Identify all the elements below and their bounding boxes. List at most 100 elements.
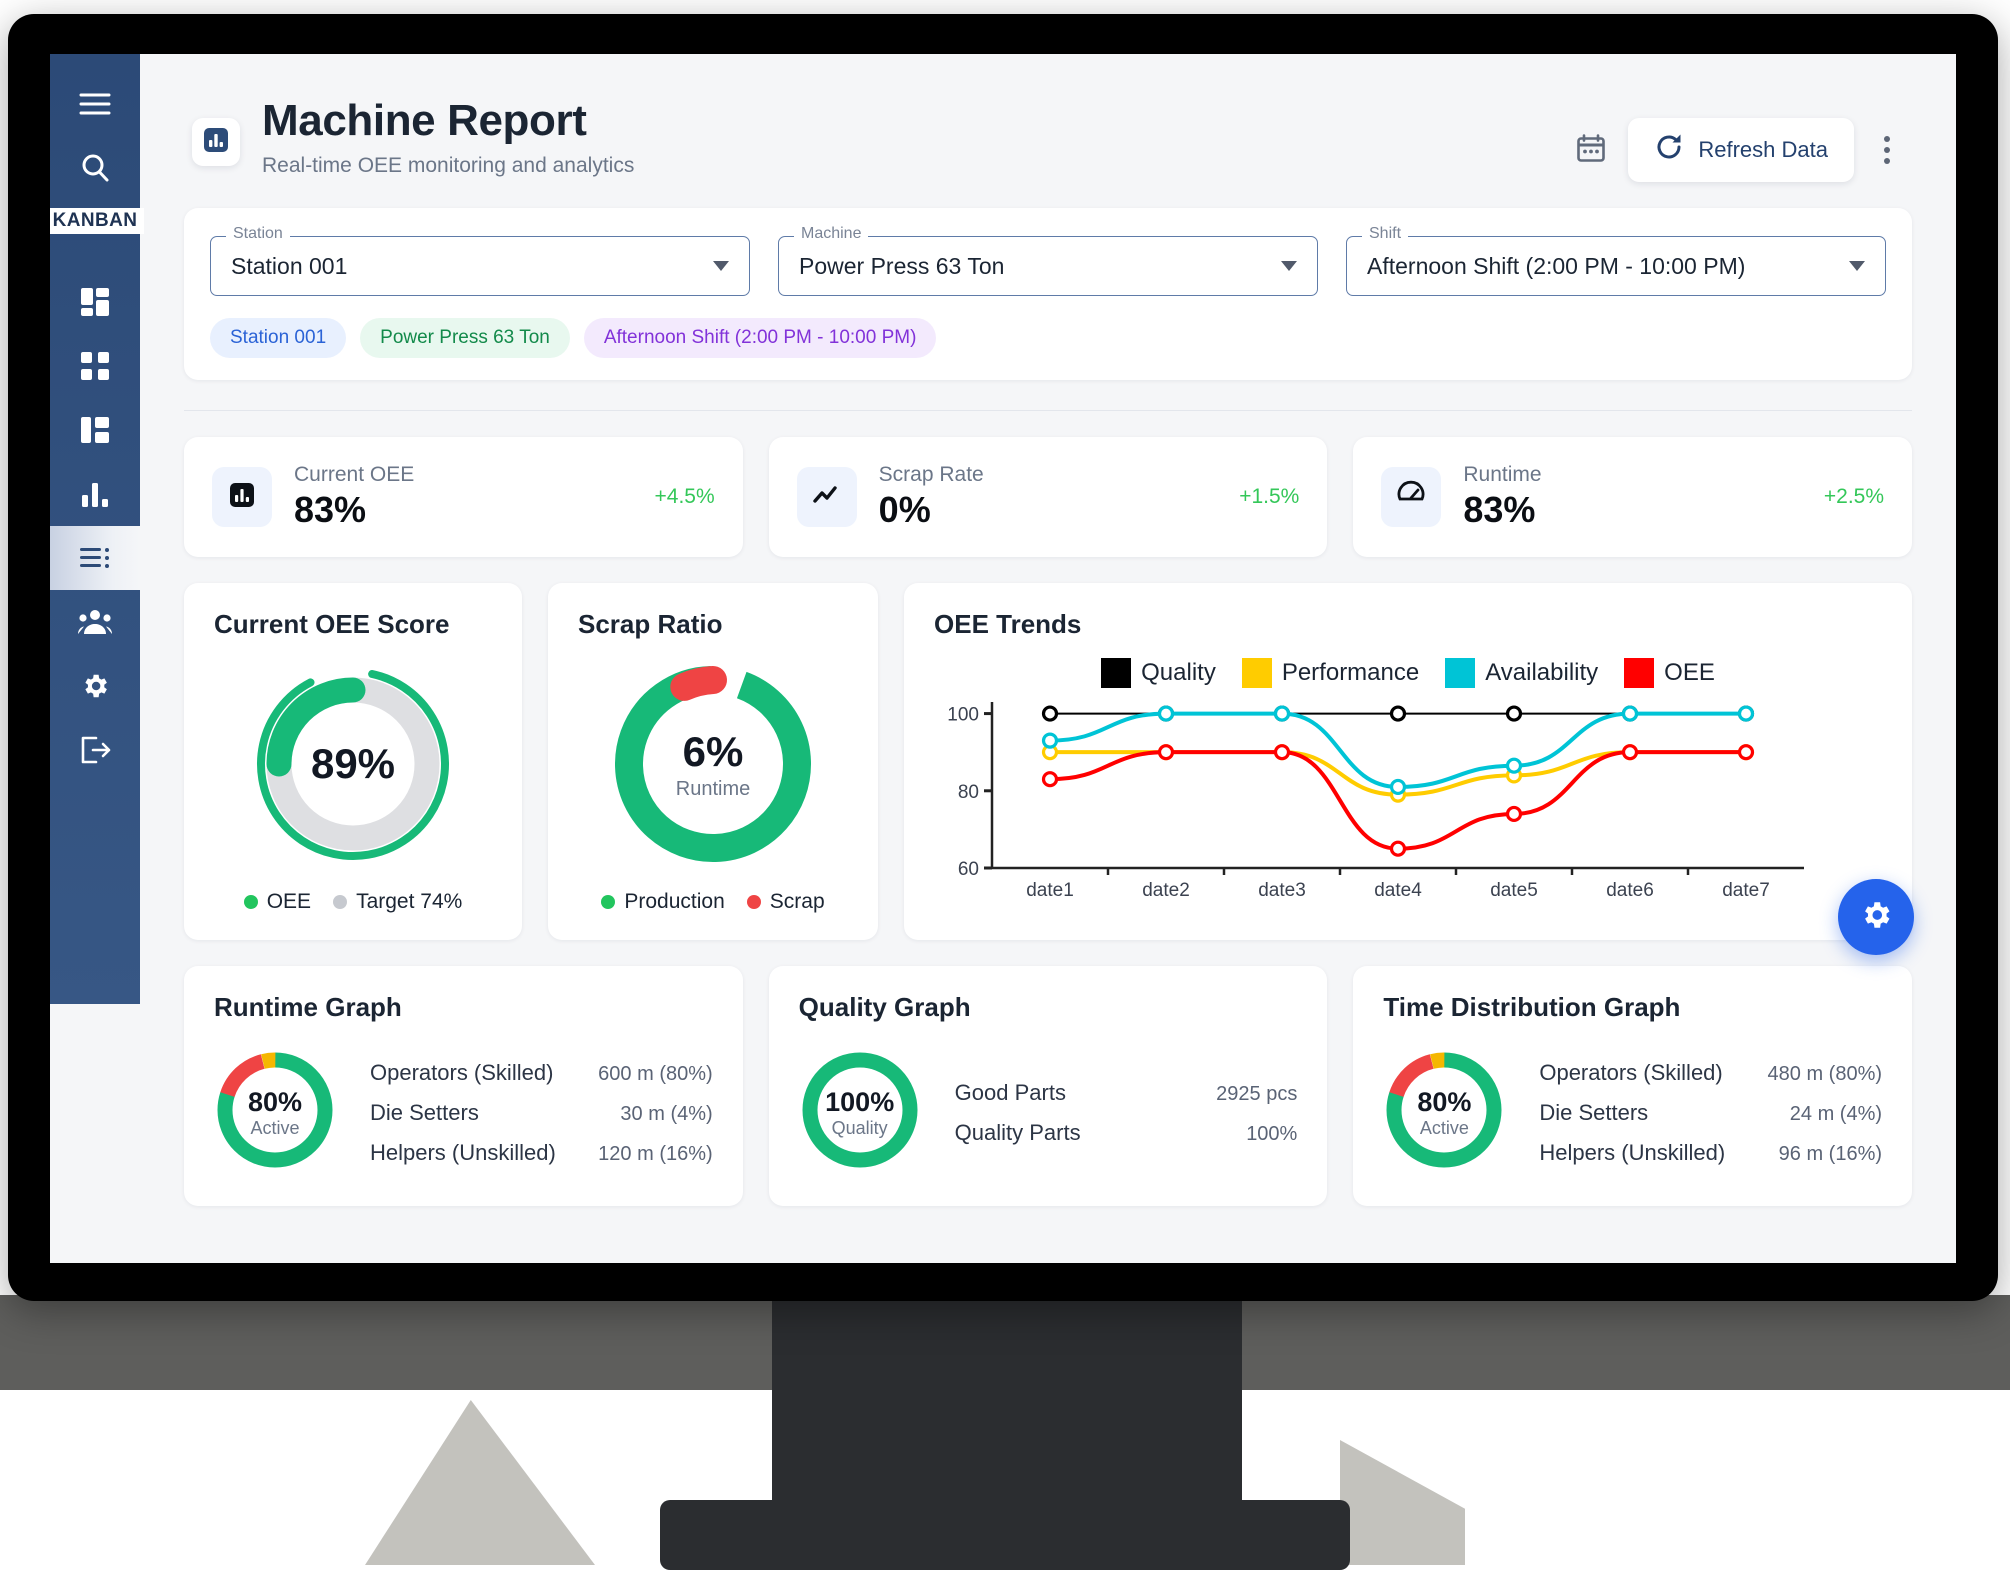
active-filter-chips: Station 001 Power Press 63 Ton Afternoon… xyxy=(210,318,1886,358)
calendar-button[interactable] xyxy=(1570,129,1612,171)
scrap-ratio-card: Scrap Ratio 6% Runtime Production Scrap xyxy=(548,583,878,940)
sidebar-item-dashboard[interactable] xyxy=(50,270,140,334)
sidebar-item-menu[interactable] xyxy=(50,72,140,136)
shift-select-box[interactable]: Afternoon Shift (2:00 PM - 10:00 PM) xyxy=(1346,236,1886,296)
time-distribution-donut: 80% Active xyxy=(1383,1049,1505,1176)
runtime-stat-list: Operators (Skilled) 600 m (80%) Die Sett… xyxy=(370,1060,713,1166)
quality-donut-value: 100% xyxy=(825,1086,895,1117)
svg-text:60: 60 xyxy=(958,859,979,880)
sidebar-item-reports[interactable] xyxy=(50,525,140,590)
gauge-icon xyxy=(1396,480,1426,515)
chip-station[interactable]: Station 001 xyxy=(210,318,347,358)
stat-row: Die Setters 24 m (4%) xyxy=(1539,1100,1882,1126)
stat-row: Good Parts 2925 pcs xyxy=(955,1080,1298,1106)
svg-text:date4: date4 xyxy=(1374,880,1422,901)
legend-label-production: Production xyxy=(624,890,725,913)
machine-select-value: Power Press 63 Ton xyxy=(799,252,1005,279)
refresh-data-label: Refresh Data xyxy=(1698,137,1828,162)
refresh-data-button[interactable]: Refresh Data xyxy=(1628,118,1854,182)
shift-select-value: Afternoon Shift (2:00 PM - 10:00 PM) xyxy=(1367,252,1746,279)
card-title: Runtime Graph xyxy=(214,992,402,1022)
stat-row: Quality Parts 100% xyxy=(955,1120,1298,1146)
legend-label-oee: OEE xyxy=(1664,659,1715,686)
station-select-box[interactable]: Station 001 xyxy=(210,236,750,296)
kpi-label: Scrap Rate xyxy=(878,463,984,486)
kpi-text-block: Runtime 83% xyxy=(1463,463,1541,531)
station-select[interactable]: Station Station 001 xyxy=(210,225,750,296)
sidebar-item-logout[interactable] xyxy=(50,718,140,782)
shift-select[interactable]: Shift Afternoon Shift (2:00 PM - 10:00 P… xyxy=(1346,225,1886,296)
chip-machine[interactable]: Power Press 63 Ton xyxy=(360,318,570,358)
trend-line-icon xyxy=(812,483,842,512)
refresh-icon xyxy=(1654,132,1684,168)
kpi-delta: +4.5% xyxy=(654,485,715,508)
oee-score-legend: OEE Target 74% xyxy=(214,890,492,914)
card-body: 100% Quality Good Parts 2925 pcs Quality… xyxy=(799,1049,1298,1176)
sidebar-item-settings[interactable] xyxy=(50,654,140,718)
kpi-delta: +2.5% xyxy=(1823,485,1885,508)
legend-item-availability[interactable]: Availability xyxy=(1445,658,1598,688)
scrap-ratio-center: 6% Runtime xyxy=(578,658,848,870)
more-vertical-icon-dot-3 xyxy=(1884,158,1890,164)
machine-select-box[interactable]: Power Press 63 Ton xyxy=(778,236,1318,296)
legend-item-oee[interactable]: OEE xyxy=(1624,658,1715,688)
kpi-delta: +1.5% xyxy=(1239,485,1300,508)
station-select-label: Station xyxy=(226,225,290,243)
monitor-screen: KANBAN Machine Report Real-time OEE moni… xyxy=(50,54,1956,1263)
stat-value: 100% xyxy=(1246,1122,1298,1145)
kpi-icon-box xyxy=(796,467,857,527)
kpi-icon-box xyxy=(212,467,272,527)
svg-text:date7: date7 xyxy=(1722,880,1770,901)
scrap-ratio-value: 6% xyxy=(682,727,744,775)
chip-shift[interactable]: Afternoon Shift (2:00 PM - 10:00 PM) xyxy=(583,318,937,358)
stat-row: Helpers (Unskilled) 96 m (16%) xyxy=(1539,1140,1882,1166)
more-options-button[interactable] xyxy=(1870,126,1904,174)
time-distribution-donut-center: 80% Active xyxy=(1383,1049,1505,1176)
sidebar: KANBAN xyxy=(50,54,145,1004)
card-body: 80% Active Operators (Skilled) 600 m (80… xyxy=(214,1049,713,1176)
card-title: OEE Trends xyxy=(934,609,1082,639)
stat-value: 2925 pcs xyxy=(1216,1082,1298,1105)
legend-item-quality[interactable]: Quality xyxy=(1101,658,1216,688)
sidebar-item-apps[interactable] xyxy=(50,334,140,398)
sidebar-item-layout[interactable] xyxy=(50,398,140,462)
stat-value: 96 m (16%) xyxy=(1778,1142,1883,1165)
kpi-label: Current OEE xyxy=(294,463,415,486)
svg-text:100: 100 xyxy=(947,705,979,726)
sidebar-item-users[interactable] xyxy=(50,590,140,654)
card-title: Quality Graph xyxy=(798,992,971,1022)
svg-text:date1: date1 xyxy=(1026,880,1074,901)
bottom-cards-row: Runtime Graph 80% Active Operators (Skil… xyxy=(140,940,1956,1206)
logout-icon xyxy=(79,735,111,765)
quality-graph-donut: 100% Quality xyxy=(799,1049,921,1176)
runtime-graph-card: Runtime Graph 80% Active Operators (Skil… xyxy=(184,966,743,1206)
page-icon xyxy=(192,118,240,166)
bar-chart-icon xyxy=(228,481,256,514)
kpi-card-runtime: Runtime 83% +2.5% xyxy=(1353,437,1913,557)
settings-fab-button[interactable] xyxy=(1838,879,1914,955)
machine-select[interactable]: Machine Power Press 63 Ton xyxy=(778,225,1318,296)
stat-name: Helpers (Unskilled) xyxy=(370,1139,556,1165)
page-title-block: Machine Report Real-time OEE monitoring … xyxy=(262,96,634,178)
kpi-card-current-oee: Current OEE 83% +4.5% xyxy=(184,437,743,557)
svg-text:date5: date5 xyxy=(1490,880,1538,901)
gear-icon xyxy=(1859,898,1893,937)
legend-swatch-availability xyxy=(1445,658,1476,688)
monitor-bezel: KANBAN Machine Report Real-time OEE moni… xyxy=(8,14,1998,1301)
svg-text:80: 80 xyxy=(958,782,979,803)
kpi-value: 83% xyxy=(294,489,367,530)
legend-item-production: Production xyxy=(601,890,725,914)
stat-row: Die Setters 30 m (4%) xyxy=(370,1100,713,1126)
kpi-value: 0% xyxy=(878,489,931,530)
kpi-text-block: Current OEE 83% xyxy=(294,463,414,531)
legend-item-performance[interactable]: Performance xyxy=(1241,658,1419,688)
sidebar-item-search[interactable] xyxy=(50,136,140,200)
kpi-text-block: Scrap Rate 0% xyxy=(879,463,984,531)
stat-name: Helpers (Unskilled) xyxy=(1539,1139,1726,1165)
legend-dot-oee xyxy=(243,895,258,909)
runtime-donut-value: 80% xyxy=(247,1086,303,1117)
search-icon xyxy=(79,152,111,184)
more-vertical-icon-dot-2 xyxy=(1884,147,1890,153)
sidebar-item-analytics[interactable] xyxy=(50,462,140,526)
oee-score-center: 89% xyxy=(214,658,492,870)
